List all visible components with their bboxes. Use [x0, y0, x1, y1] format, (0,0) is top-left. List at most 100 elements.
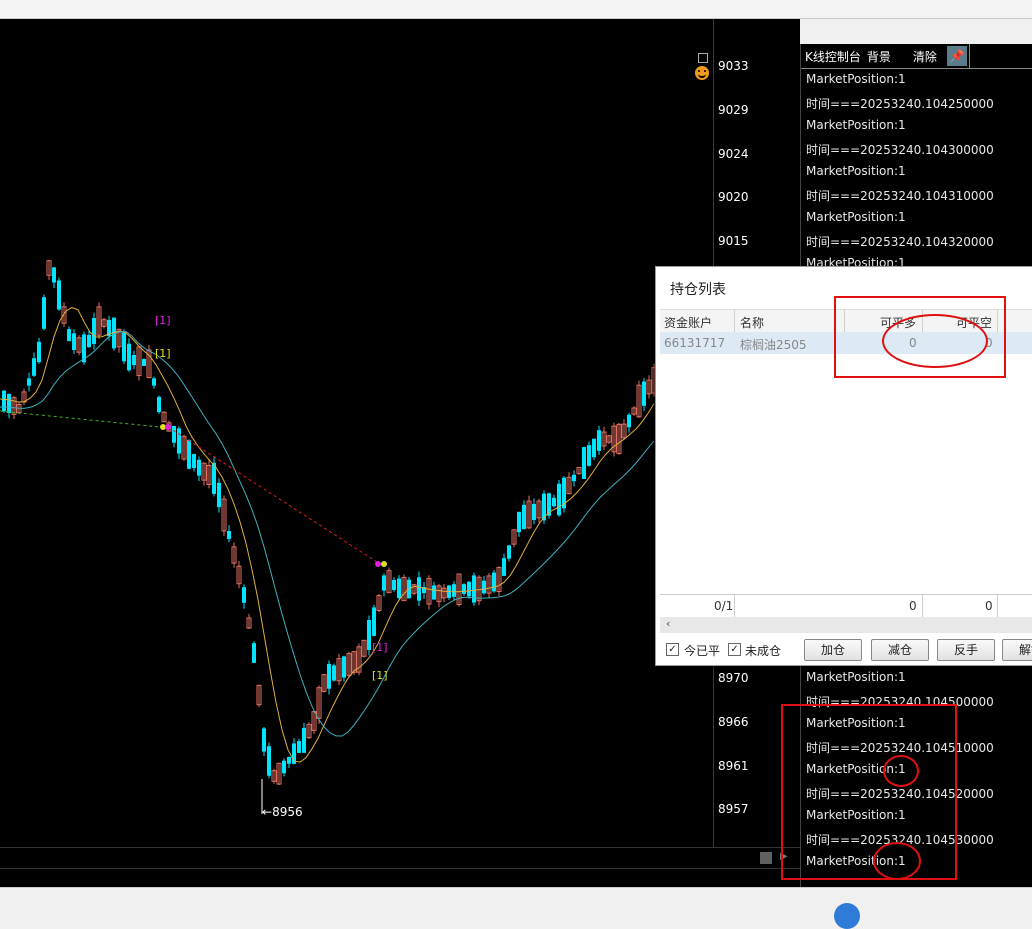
- signal-label: [1]: [372, 669, 388, 682]
- candle-body: [297, 741, 301, 753]
- table-scrollbar[interactable]: ‹: [660, 617, 1032, 633]
- scroll-thumb[interactable]: [760, 852, 772, 864]
- candle-body: [417, 577, 421, 601]
- reverse-button[interactable]: 反手: [937, 639, 995, 661]
- annotation-circle: [882, 314, 988, 368]
- clear-button[interactable]: 清除: [913, 48, 937, 65]
- trend-line: [167, 426, 381, 565]
- console-log-line: MarketPosition:1: [806, 164, 906, 178]
- candle-body: [642, 381, 646, 406]
- candle-body: [367, 620, 371, 650]
- today-closed-label: 今已平: [684, 644, 721, 658]
- signal-label: [1]: [155, 314, 171, 327]
- candle-body: [267, 746, 271, 776]
- candle-body: [597, 430, 601, 451]
- price-tick: 8961: [718, 759, 749, 773]
- unfilled-checkbox[interactable]: ✓: [728, 643, 741, 656]
- candle-body: [227, 531, 231, 539]
- candle-body: [582, 447, 586, 479]
- footer-short-total: 0: [985, 599, 993, 613]
- candle-body: [27, 378, 31, 386]
- chart-scrollbar[interactable]: ▶: [0, 847, 800, 869]
- console-toolbar: K线控制台 背景 清除 📌: [801, 44, 1032, 69]
- cell-account: 66131717: [664, 336, 726, 350]
- column-divider: [734, 310, 735, 332]
- candle-body: [522, 504, 526, 530]
- candle-body: [197, 459, 201, 476]
- price-tick: 9015: [718, 234, 749, 248]
- price-tick: 8966: [718, 715, 749, 729]
- candle-body: [42, 297, 46, 329]
- price-tick: 9029: [718, 103, 749, 117]
- candle-body: [342, 656, 346, 678]
- price-tick: 9033: [718, 59, 749, 73]
- top-strip: [0, 0, 1032, 19]
- scroll-left-arrow-icon[interactable]: ‹: [666, 617, 670, 630]
- candle-body: [252, 643, 256, 663]
- candle-body: [382, 575, 386, 591]
- column-account[interactable]: 资金账户: [664, 314, 712, 331]
- candle-body: [467, 581, 471, 597]
- signal-label: [1]: [155, 347, 171, 360]
- candle-body: [287, 756, 291, 764]
- column-divider: [734, 595, 735, 617]
- annotation-circle: [883, 755, 919, 787]
- candle-body: [397, 578, 401, 599]
- console-log-line: 时间===20253240.104250000: [806, 97, 994, 111]
- candle-body: [132, 354, 136, 366]
- candle-body: [7, 393, 11, 414]
- candle-body: [482, 580, 486, 594]
- smiley-icon[interactable]: [695, 66, 709, 80]
- candle-body: [87, 334, 91, 348]
- unlock-button[interactable]: 解锁: [1002, 639, 1032, 661]
- background-button[interactable]: 背景: [867, 48, 891, 65]
- candle-body: [57, 280, 61, 310]
- candle-body: [502, 558, 506, 576]
- moving-average-short: [0, 307, 655, 763]
- candle-body: [67, 329, 71, 341]
- trend-line: [0, 410, 161, 428]
- candle-body: [492, 572, 496, 592]
- candle-body: [452, 584, 456, 597]
- today-closed-checkbox[interactable]: ✓: [666, 643, 679, 656]
- cell-name: 棕榈油2505: [740, 338, 807, 352]
- unfilled-label: 未成仓: [745, 644, 782, 658]
- signal-dot: [165, 424, 171, 430]
- candle-body: [282, 760, 286, 774]
- column-name[interactable]: 名称: [740, 314, 764, 331]
- dialog-title: 持仓列表: [670, 282, 726, 298]
- candle-body: [187, 439, 191, 469]
- console-log-line: 时间===20253240.104310000: [806, 189, 994, 203]
- candle-body: [142, 359, 146, 366]
- candle-body: [627, 414, 631, 428]
- column-divider: [997, 595, 998, 617]
- indicator-toggle-icon[interactable]: [698, 53, 708, 63]
- console-log-line: MarketPosition:1: [806, 72, 906, 86]
- console-log-line: MarketPosition:1: [806, 670, 906, 684]
- candle-body: [192, 454, 196, 468]
- candle-body: [552, 497, 556, 507]
- candle-body: [392, 579, 396, 591]
- console-log-line: 时间===20253240.104320000: [806, 235, 994, 249]
- footer-count: 0/1: [714, 599, 734, 613]
- candle-body: [127, 343, 131, 371]
- reduce-position-button[interactable]: 减仓: [871, 639, 929, 661]
- status-indicator-icon[interactable]: [834, 903, 860, 929]
- console-title: K线控制台: [805, 49, 861, 64]
- toolbar-divider: [969, 44, 1032, 68]
- annotation-box: [781, 704, 957, 880]
- price-tick: 8957: [718, 802, 749, 816]
- candle-body: [432, 585, 436, 600]
- candle-body: [242, 587, 246, 603]
- candle-body: [2, 390, 6, 412]
- candle-body: [32, 358, 36, 376]
- candle-body: [72, 333, 76, 351]
- candle-body: [472, 575, 476, 603]
- candle-body: [587, 445, 591, 466]
- candle-body: [462, 584, 466, 594]
- candle-body: [262, 728, 266, 752]
- candle-body: [332, 665, 336, 681]
- candle-body: [37, 341, 41, 363]
- pin-icon[interactable]: 📌: [947, 46, 967, 66]
- add-position-button[interactable]: 加仓: [804, 639, 862, 661]
